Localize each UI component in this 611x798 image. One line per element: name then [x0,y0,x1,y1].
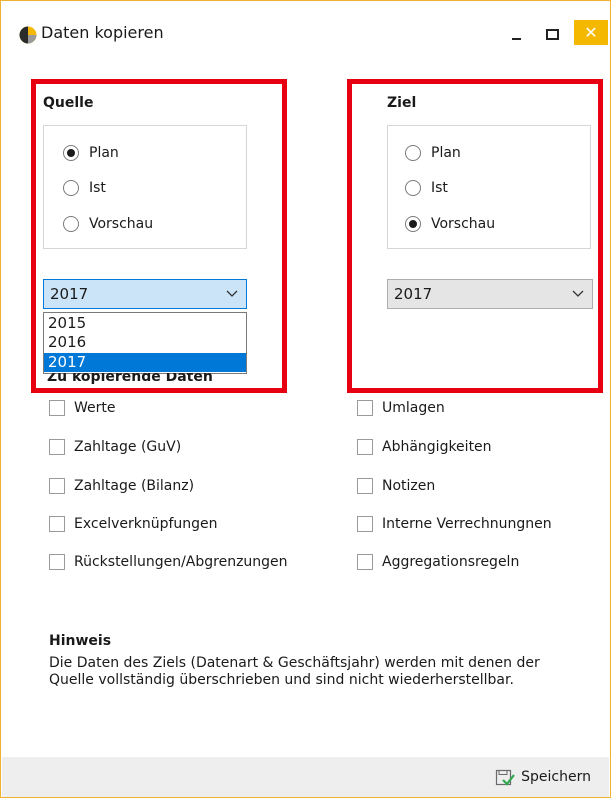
window-title: Daten kopieren [41,23,164,42]
checkbox-interne-verrechnungen[interactable]: Interne Verrechnungnen [357,513,552,535]
target-highlight-frame [347,79,603,393]
title-bar: Daten kopieren ✕ [1,1,610,45]
checkbox-label: Zahltage (GuV) [74,439,182,455]
checkbox[interactable] [49,478,65,494]
checkbox-label: Aggregationsregeln [382,554,520,570]
checkbox-label: Notizen [382,478,436,494]
save-check-icon [496,769,516,786]
checkbox-label: Zahltage (Bilanz) [74,478,195,494]
checkbox-label: Abhängigkeiten [382,439,492,455]
minimize-button[interactable] [504,21,530,45]
app-logo-icon [19,26,37,44]
checkbox-abhaengigkeiten[interactable]: Abhängigkeiten [357,436,492,458]
checkbox[interactable] [357,400,373,416]
checkbox-label: Interne Verrechnungnen [382,516,552,532]
checkbox-label: Rückstellungen/Abgrenzungen [74,554,288,570]
dialog-window: Daten kopieren ✕ Quelle Plan Ist Vorscha… [0,0,611,798]
hint-title: Hinweis [49,633,112,649]
checkbox[interactable] [357,478,373,494]
checkbox-rueckstellungen[interactable]: Rückstellungen/Abgrenzungen [49,551,288,573]
close-button[interactable]: ✕ [574,20,608,45]
checkbox-zahltage-guv[interactable]: Zahltage (GuV) [49,436,181,458]
checkbox-excelverknuepfungen[interactable]: Excelverknüpfungen [49,513,218,535]
save-button[interactable]: Speichern [495,764,591,790]
save-label: Speichern [521,769,591,785]
checkbox-notizen[interactable]: Notizen [357,475,435,497]
checkbox[interactable] [49,516,65,532]
checkbox-aggregationsregeln[interactable]: Aggregationsregeln [357,551,519,573]
checkbox[interactable] [357,516,373,532]
checkbox[interactable] [49,400,65,416]
checkbox[interactable] [49,554,65,570]
checkbox-zahltage-bilanz[interactable]: Zahltage (Bilanz) [49,475,194,497]
checkbox[interactable] [49,439,65,455]
footer-bar: Speichern [2,757,609,797]
checkbox[interactable] [357,439,373,455]
source-highlight-frame [31,79,287,393]
maximize-button[interactable] [539,21,565,45]
checkbox-werte[interactable]: Werte [49,397,116,419]
checkbox-label: Umlagen [382,400,445,416]
checkbox[interactable] [357,554,373,570]
checkbox-label: Excelverknüpfungen [74,516,218,532]
checkbox-umlagen[interactable]: Umlagen [357,397,445,419]
hint-text: Die Daten des Ziels (Datenart & Geschäft… [49,655,540,688]
checkbox-label: Werte [74,400,116,416]
